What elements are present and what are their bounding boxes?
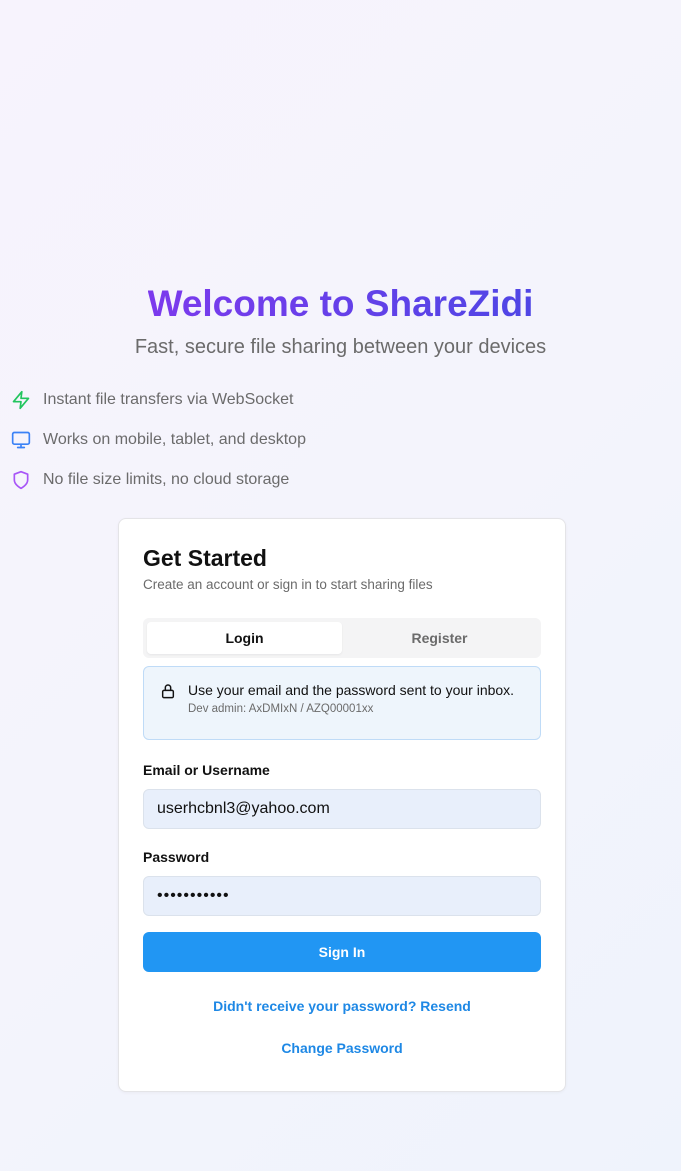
email-label: Email or Username [143,762,270,778]
page-title: Welcome to ShareZidi [148,280,534,328]
auth-card: Get Started Create an account or sign in… [118,518,566,1092]
tab-register[interactable]: Register [342,622,537,654]
feature-text: Instant file transfers via WebSocket [43,391,294,408]
card-description: Create an account or sign in to start sh… [143,577,433,592]
hero: Welcome to ShareZidi Fast, secure file s… [0,280,681,360]
notice-dev-hint: Dev admin: AxDMIxN / AZQ00001xx [188,703,374,715]
email-field[interactable] [143,789,541,829]
notice-message: Use your email and the password sent to … [188,682,515,698]
feature-text: Works on mobile, tablet, and desktop [43,431,306,448]
password-label: Password [143,849,210,865]
feature-item-security: No file size limits, no cloud storage [10,460,306,500]
page-subtitle: Fast, secure file sharing between your d… [134,336,547,358]
change-password-link[interactable]: Change Password [143,1040,541,1056]
notice-body: Use your email and the password sent to … [188,681,514,725]
auth-tabs: Login Register [143,618,541,658]
lightning-icon [10,389,32,411]
password-field[interactable] [143,876,541,916]
card-title: Get Started [143,545,267,571]
resend-password-link[interactable]: Didn't receive your password? Resend [143,998,541,1014]
feature-item-devices: Works on mobile, tablet, and desktop [10,420,306,460]
sign-in-button[interactable]: Sign In [143,932,541,972]
lock-icon [160,683,176,699]
shield-icon [10,469,32,491]
feature-item-instant: Instant file transfers via WebSocket [10,380,306,420]
info-notice: Use your email and the password sent to … [143,666,541,740]
monitor-icon [10,429,32,451]
feature-list: Instant file transfers via WebSocket Wor… [10,380,306,500]
feature-text: No file size limits, no cloud storage [43,471,290,488]
tab-login[interactable]: Login [147,622,342,654]
